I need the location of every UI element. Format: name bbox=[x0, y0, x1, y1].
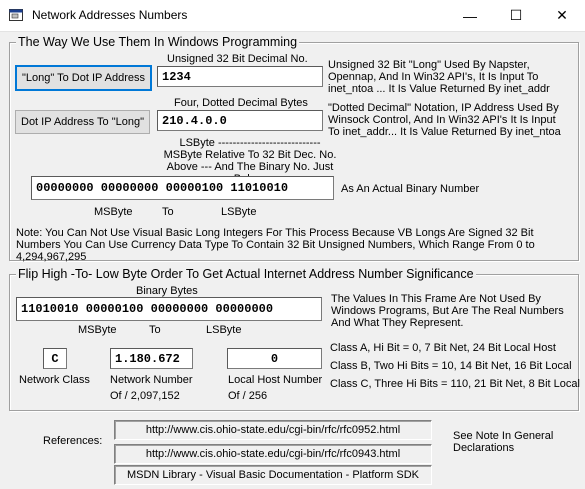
maximize-icon: ☐ bbox=[509, 7, 523, 23]
vb-long-note: Note: You Can Not Use Visual Basic Long … bbox=[16, 227, 535, 263]
dotted-value-input[interactable]: 210.4.0.0 bbox=[157, 110, 323, 131]
long-description: Unsigned 32 Bit "Long" Used By Napster, … bbox=[328, 59, 550, 95]
to-label-2: To bbox=[149, 324, 161, 336]
frame2-title: Flip High -To- Low Byte Order To Get Act… bbox=[16, 267, 476, 281]
close-icon: ✕ bbox=[556, 7, 568, 23]
class-a-info: Class A, Hi Bit = 0, 7 Bit Net, 24 Bit L… bbox=[330, 342, 556, 354]
maximize-button[interactable]: ☐ bbox=[493, 0, 539, 31]
frame1-title: The Way We Use Them In Windows Programmi… bbox=[16, 35, 300, 49]
dot-to-long-button[interactable]: Dot IP Address To "Long" bbox=[15, 110, 150, 134]
host-number-max: Of / 256 bbox=[228, 390, 268, 402]
see-note-label: See Note In General Declarations bbox=[453, 430, 554, 454]
rfc0952-link[interactable]: http://www.cis.ohio-state.edu/cgi-bin/rf… bbox=[114, 420, 432, 440]
minimize-button[interactable]: — bbox=[447, 0, 493, 31]
to-label: To bbox=[162, 206, 174, 218]
msbyte-label-2: MSByte bbox=[78, 324, 117, 336]
close-button[interactable]: ✕ bbox=[539, 0, 585, 31]
network-class-label: Network Class bbox=[19, 374, 90, 386]
host-number-label: Local Host Number bbox=[228, 374, 323, 386]
network-class-field: C bbox=[43, 348, 67, 369]
app-window-icon bbox=[9, 9, 23, 21]
msdn-reference: MSDN Library - Visual Basic Documentatio… bbox=[114, 465, 432, 485]
dotted-caption: Four, Dotted Decimal Bytes bbox=[174, 97, 308, 109]
network-number-max: Of / 2,097,152 bbox=[110, 390, 180, 402]
minimize-icon: — bbox=[463, 7, 477, 24]
long-to-dot-button[interactable]: "Long" To Dot IP Address bbox=[15, 65, 152, 91]
rfc0943-link[interactable]: http://www.cis.ohio-state.edu/cgi-bin/rf… bbox=[114, 444, 432, 464]
network-number-label: Network Number bbox=[110, 374, 193, 386]
lsbyte-label: LSByte bbox=[221, 206, 257, 218]
window-title: Network Addresses Numbers bbox=[32, 8, 188, 22]
msbyte-label: MSByte bbox=[94, 206, 133, 218]
binary-bytes-caption: Binary Bytes bbox=[136, 285, 198, 297]
lsbyte-label-2: LSByte bbox=[206, 324, 242, 336]
title-bar[interactable]: Network Addresses Numbers — ☐ ✕ bbox=[0, 0, 585, 32]
binary-value-field: 00000000 00000000 00000100 11010010 bbox=[31, 176, 334, 200]
frame2-description: The Values In This Frame Are Not Used By… bbox=[331, 293, 564, 329]
flipped-binary-field: 11010010 00000100 00000000 00000000 bbox=[16, 297, 322, 321]
network-number-field: 1.180.672 bbox=[110, 348, 193, 369]
references-label: References: bbox=[43, 435, 103, 447]
binary-label: As An Actual Binary Number bbox=[341, 183, 480, 195]
class-c-info: Class C, Three Hi Bits = 110, 21 Bit Net… bbox=[330, 378, 580, 390]
long-value-input[interactable]: 1234 bbox=[157, 66, 323, 87]
class-b-info: Class B, Two Hi Bits = 10, 14 Bit Net, 1… bbox=[330, 360, 572, 372]
unsigned-caption: Unsigned 32 Bit Decimal No. bbox=[167, 53, 308, 65]
dotted-description: "Dotted Decimal" Notation, IP Address Us… bbox=[328, 102, 561, 138]
host-number-field: 0 bbox=[227, 348, 322, 369]
